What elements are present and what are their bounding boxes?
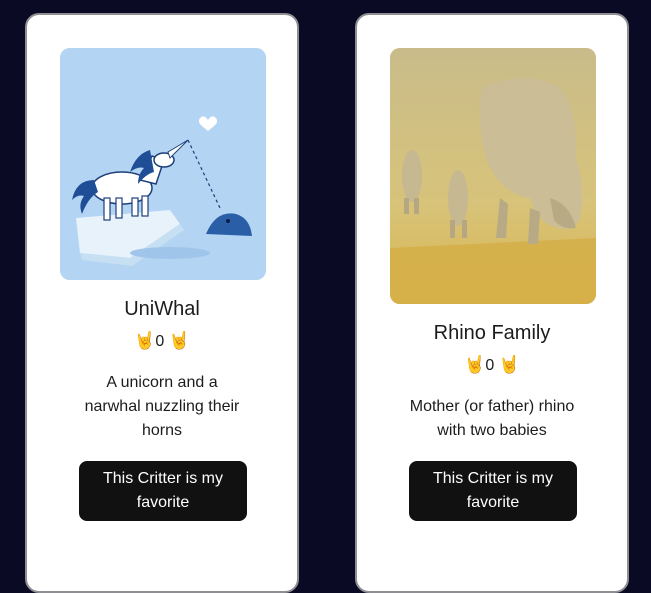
rock-hand-icon[interactable]: 🤘 [464, 355, 485, 374]
uniwhal-image [60, 48, 266, 280]
rock-hand-icon[interactable]: 🤘 [169, 331, 190, 350]
favorite-button[interactable]: This Critter is my favorite [409, 461, 577, 521]
favorite-button[interactable]: This Critter is my favorite [79, 461, 247, 521]
rock-hand-icon[interactable]: 🤘 [134, 331, 155, 350]
critter-card-rhino-family: Rhino Family 🤘0 🤘 Mother (or father) rhi… [355, 13, 629, 593]
critter-description: A unicorn and a narwhal nuzzling their h… [84, 374, 240, 439]
like-count: 🤘0 🤘 [357, 355, 627, 375]
like-count-value: 0 [155, 333, 165, 350]
rhino-family-image [390, 48, 596, 304]
critter-name: Rhino Family [433, 322, 551, 344]
critter-name: UniWhal [124, 298, 200, 320]
critter-description: Mother (or father) rhino with two babies [409, 398, 575, 439]
like-count-value: 0 [485, 357, 495, 374]
critter-card-uniwhal: UniWhal 🤘0 🤘 A unicorn and a narwhal nuz… [25, 13, 299, 593]
rock-hand-icon[interactable]: 🤘 [499, 355, 520, 374]
like-count: 🤘0 🤘 [27, 331, 297, 351]
